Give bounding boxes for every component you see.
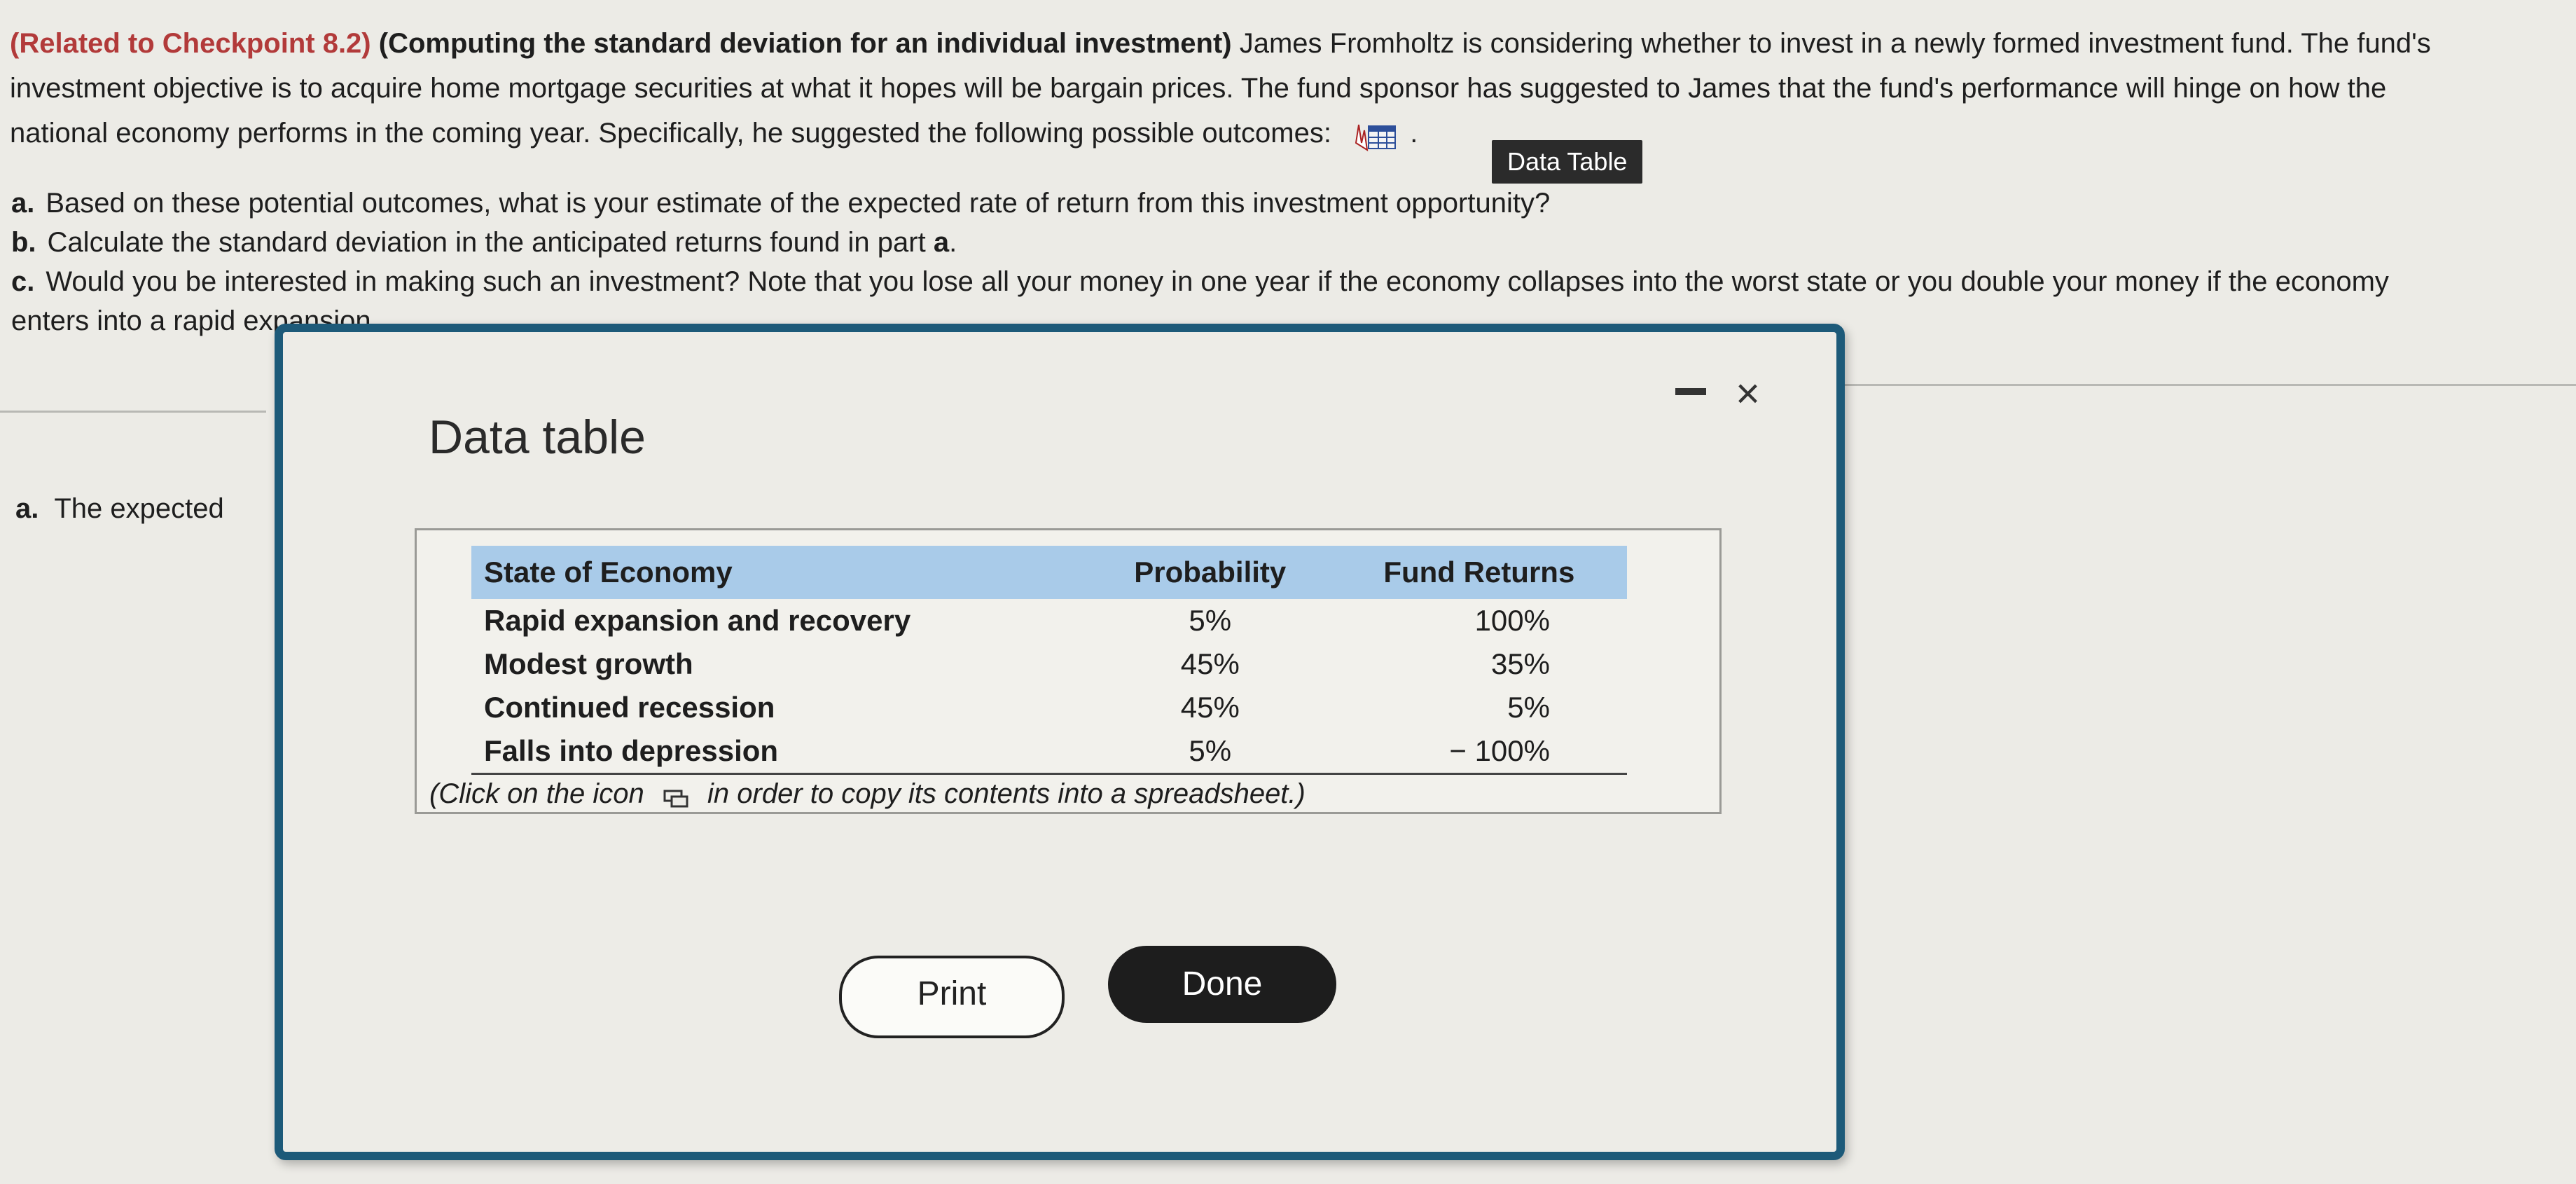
state-cell: Rapid expansion and recovery [484,604,911,637]
part-b-label: b. [11,227,36,258]
header-returns: Fund Returns [1331,546,1627,599]
probability-cell: 5% [1088,729,1331,775]
section-divider-left [0,411,266,413]
answer-a-text: The expected [54,493,224,524]
returns-cell: 5% [1507,691,1550,724]
problem-line-1: (Related to Checkpoint 8.2) (Computing t… [10,21,2566,66]
part-a: a. Based on these potential outcomes, wha… [11,184,2568,223]
close-button[interactable]: × [1736,373,1760,415]
part-a-label: a. [11,188,35,219]
problem-line-3: national economy performs in the coming … [10,111,2566,156]
data-table-dialog: × Data table State of Economy Probabilit… [275,324,1845,1160]
section-divider-right [1821,384,2576,386]
data-table-tooltip: Data Table [1492,140,1643,184]
part-b-end: . [949,227,957,258]
problem-body-1: James Fromholtz is considering whether t… [1239,28,2431,59]
checkpoint-reference: (Related to Checkpoint 8.2) [10,28,371,59]
probability-cell: 5% [1189,604,1232,637]
hint-text-end: in order to copy its contents into a spr… [707,778,1306,809]
question-parts: a. Based on these potential outcomes, wha… [11,184,2568,340]
part-a-text: Based on these potential outcomes, what … [46,188,1551,219]
part-c: c. Would you be interested in making such… [11,262,2568,301]
problem-topic: (Computing the standard deviation for an… [378,28,1232,59]
copy-hint: (Click on the icon in order to copy its … [429,778,1306,809]
answer-a-label: a. [15,493,39,524]
answer-part-a: a. The expected [15,490,224,527]
problem-body-3: national economy performs in the coming … [10,118,1331,149]
table-row: Continued recession 45% 5% [471,686,1627,729]
table-row: Modest growth 45% 35% [471,642,1627,686]
period: . [1410,118,1418,149]
copy-to-spreadsheet-icon[interactable] [662,785,690,808]
part-c-label: c. [11,266,35,297]
part-b-text: Calculate the standard deviation in the … [47,227,934,258]
part-b-ref: a [933,227,950,258]
table-header-row: State of Economy Probability Fund Return… [471,546,1627,599]
minimize-button[interactable] [1675,388,1706,395]
hint-text-start: (Click on the icon [429,778,644,809]
data-table-icon[interactable] [1352,120,1398,152]
problem-line-2: investment objective is to acquire home … [10,73,2387,104]
header-state: State of Economy [471,546,1089,599]
dialog-title: Data table [429,411,646,464]
data-table: State of Economy Probability Fund Return… [471,546,1627,775]
probability-cell: 45% [1180,647,1240,680]
state-cell: Modest growth [484,647,693,680]
table-row: Rapid expansion and recovery 5% 100% [471,599,1627,642]
data-table-panel: State of Economy Probability Fund Return… [415,528,1722,814]
part-c-text: Would you be interested in making such a… [46,266,2389,297]
header-probability: Probability [1088,546,1331,599]
part-b: b. Calculate the standard deviation in th… [11,223,2568,262]
state-cell: Falls into depression [471,729,1089,775]
done-button[interactable]: Done [1108,946,1336,1023]
returns-cell: 100% [1474,604,1550,637]
returns-cell: 35% [1490,647,1550,680]
print-button[interactable]: Print [839,956,1065,1038]
problem-statement: (Related to Checkpoint 8.2) (Computing t… [10,21,2566,156]
returns-cell: − 100% [1331,729,1627,775]
probability-cell: 45% [1180,691,1240,724]
table-row: Falls into depression 5% − 100% [471,729,1627,775]
state-cell: Continued recession [484,691,775,724]
